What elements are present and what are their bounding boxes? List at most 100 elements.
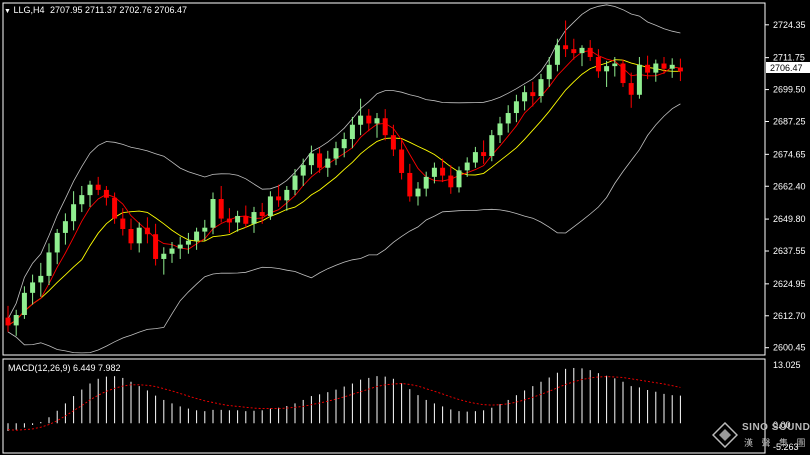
candle[interactable] bbox=[554, 38, 560, 72]
candle[interactable] bbox=[177, 236, 183, 259]
candle[interactable] bbox=[38, 262, 44, 297]
candle[interactable] bbox=[399, 140, 405, 180]
dropdown-triangle-icon[interactable]: ▼ bbox=[4, 8, 11, 15]
candle[interactable] bbox=[358, 98, 364, 136]
watermark-brand: SINO SOUND bbox=[742, 422, 810, 433]
candle-body bbox=[308, 153, 314, 166]
candle[interactable] bbox=[382, 109, 388, 141]
candle[interactable] bbox=[13, 309, 19, 336]
candle[interactable] bbox=[30, 274, 36, 305]
candle[interactable] bbox=[333, 141, 339, 166]
candle[interactable] bbox=[292, 169, 298, 196]
candle[interactable] bbox=[202, 219, 208, 241]
candle[interactable] bbox=[456, 166, 462, 193]
candle-body bbox=[21, 292, 27, 315]
candle[interactable] bbox=[341, 132, 347, 158]
candle-body bbox=[513, 101, 519, 114]
candle-body bbox=[325, 158, 331, 168]
candle-body bbox=[251, 212, 257, 224]
price-tick-label: 2687.25 bbox=[773, 116, 806, 126]
candle-body bbox=[563, 45, 569, 50]
candle-body bbox=[595, 56, 601, 72]
candle[interactable] bbox=[218, 185, 224, 223]
candle[interactable] bbox=[5, 305, 11, 332]
fast-ma-line bbox=[7, 50, 681, 326]
candle[interactable] bbox=[235, 210, 241, 232]
candle[interactable] bbox=[448, 165, 454, 194]
candle-body bbox=[489, 135, 495, 157]
candle[interactable] bbox=[194, 227, 200, 250]
candle-body bbox=[153, 234, 159, 259]
candle[interactable] bbox=[481, 140, 487, 164]
candle[interactable] bbox=[390, 124, 396, 157]
candle-body bbox=[300, 165, 306, 176]
candle[interactable] bbox=[185, 232, 191, 254]
candle[interactable] bbox=[226, 208, 232, 233]
candle[interactable] bbox=[497, 116, 503, 143]
candle[interactable] bbox=[284, 185, 290, 211]
candles[interactable] bbox=[5, 20, 683, 336]
candle[interactable] bbox=[325, 150, 331, 177]
candle[interactable] bbox=[677, 58, 683, 82]
candle[interactable] bbox=[79, 185, 85, 213]
candle-body bbox=[399, 149, 405, 173]
candle-body bbox=[46, 252, 52, 276]
candle[interactable] bbox=[62, 213, 68, 245]
candle[interactable] bbox=[128, 218, 134, 250]
candle[interactable] bbox=[579, 45, 585, 67]
price-chart[interactable]: 2724.35 2711.75 2699.50 2687.25 2674.65 2662.… bbox=[0, 0, 810, 455]
candle[interactable] bbox=[505, 105, 511, 133]
candle[interactable] bbox=[103, 185, 109, 206]
candle[interactable] bbox=[251, 206, 257, 233]
candle[interactable] bbox=[563, 20, 569, 57]
candle[interactable] bbox=[349, 116, 355, 149]
candle[interactable] bbox=[276, 184, 282, 207]
macd-indicator bbox=[7, 367, 681, 432]
candle[interactable] bbox=[513, 94, 519, 123]
candle-body bbox=[554, 45, 560, 65]
candle[interactable] bbox=[54, 228, 60, 265]
candle-body bbox=[587, 47, 593, 57]
price-tick-label: 2662.40 bbox=[773, 181, 806, 191]
candle[interactable] bbox=[522, 85, 528, 111]
candle[interactable] bbox=[87, 180, 93, 207]
candle[interactable] bbox=[669, 58, 675, 78]
candle[interactable] bbox=[71, 191, 77, 231]
candle[interactable] bbox=[243, 205, 249, 228]
candle-body bbox=[571, 49, 577, 54]
candle[interactable] bbox=[161, 247, 167, 275]
candle[interactable] bbox=[620, 59, 626, 87]
main-chart-pane[interactable] bbox=[2, 2, 766, 356]
candle[interactable] bbox=[21, 286, 27, 319]
candle-body bbox=[448, 175, 454, 188]
candle[interactable] bbox=[259, 202, 265, 224]
candle-body bbox=[136, 227, 142, 244]
candle[interactable] bbox=[407, 163, 413, 202]
macd-pane[interactable] bbox=[2, 358, 766, 454]
candle[interactable] bbox=[144, 217, 150, 244]
candle[interactable] bbox=[267, 191, 273, 220]
candle[interactable] bbox=[587, 40, 593, 61]
candle[interactable] bbox=[628, 72, 634, 108]
candle[interactable] bbox=[95, 176, 101, 196]
candle[interactable] bbox=[489, 129, 495, 162]
candle-body bbox=[194, 231, 200, 241]
candle[interactable] bbox=[366, 109, 372, 132]
candle-body bbox=[636, 64, 642, 95]
candle-body bbox=[259, 212, 265, 216]
candle[interactable] bbox=[636, 56, 642, 99]
price-tick-label: 2612.70 bbox=[773, 311, 806, 321]
candle[interactable] bbox=[472, 146, 478, 168]
candle[interactable] bbox=[136, 222, 142, 253]
candle[interactable] bbox=[653, 59, 659, 82]
candle[interactable] bbox=[595, 49, 601, 78]
candle-body bbox=[382, 118, 388, 136]
price-tick-label: 2724.35 bbox=[773, 20, 806, 30]
candle[interactable] bbox=[604, 60, 610, 87]
candle[interactable] bbox=[300, 158, 306, 186]
candle-body bbox=[472, 152, 478, 163]
candle[interactable] bbox=[153, 223, 159, 266]
candle[interactable] bbox=[46, 243, 52, 286]
candle[interactable] bbox=[308, 145, 314, 175]
candle[interactable] bbox=[415, 182, 421, 206]
